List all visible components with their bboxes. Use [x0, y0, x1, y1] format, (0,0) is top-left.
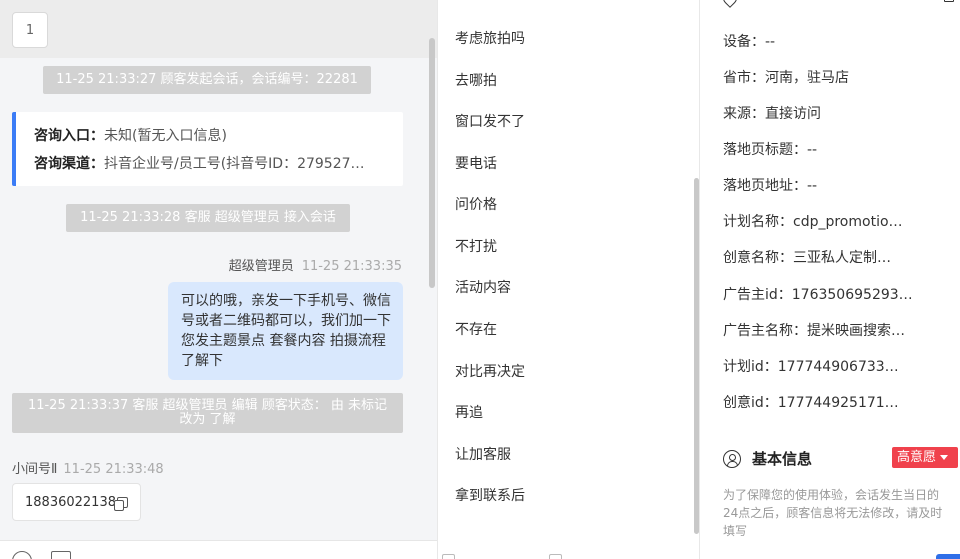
consult-channel-row: 咨询渠道：抖音企业号/员工号(抖音号ID：279527… — [34, 152, 394, 180]
consult-channel-value: 抖音企业号/员工号(抖音号ID：279527… — [104, 156, 365, 172]
quick-reply-item[interactable]: 不存在 — [455, 319, 497, 339]
chat-toolbar — [0, 540, 437, 559]
option-checkbox[interactable] — [549, 554, 562, 559]
customer-message-bubble: 18836022138 — [12, 483, 141, 521]
quick-reply-panel: 考虑旅拍吗 去哪拍 窗口发不了 要电话 问价格 不打扰 活动内容 不存在 对比再… — [437, 0, 700, 559]
consult-channel-label: 咨询渠道： — [34, 156, 104, 172]
consult-entry-value: 未知(暂无入口信息) — [104, 128, 227, 144]
system-message: 11-25 21:33:28 客服 超级管理员 接入会话 — [66, 204, 350, 232]
agent-message-bubble: 可以的哦，亲发一下手机号、微信号或者二维码都可以，我们加一下您发主题景点 套餐内… — [168, 282, 403, 380]
quick-reply-item[interactable]: 对比再决定 — [455, 361, 525, 381]
quick-reply-item[interactable]: 问价格 — [455, 194, 497, 214]
source-info-row: 计划id：177744906733… — [723, 359, 899, 375]
source-info-row: 设备：-- — [723, 34, 776, 50]
agent-meta: 超级管理员 11-25 21:33:35 — [229, 255, 402, 274]
quick-reply-footer — [438, 550, 699, 559]
quick-reply-item[interactable]: 活动内容 — [455, 277, 511, 297]
system-message: 11-25 21:33:37 客服 超级管理员 编辑 顾客状态： 由 未标记 改… — [12, 393, 403, 433]
quick-reply-scrollbar[interactable] — [694, 178, 699, 534]
source-info-row: 省市：河南，驻马店 — [723, 70, 849, 86]
quick-reply-item[interactable]: 要电话 — [455, 153, 497, 173]
intent-label: 高意愿 — [897, 450, 937, 465]
chevron-down-icon — [940, 455, 949, 460]
source-info-row: 广告主名称：提米映画搜索… — [723, 323, 905, 339]
consult-entry-label: 咨询入口： — [34, 128, 104, 144]
location-icon — [720, 0, 740, 8]
quick-reply-item[interactable]: 让加客服 — [455, 444, 511, 464]
copy-icon[interactable] — [113, 496, 128, 511]
quick-reply-item[interactable]: 拿到联系后 — [455, 485, 525, 505]
basic-info-title: 基本信息 — [752, 450, 813, 468]
customer-info-panel: 设备：-- 省市：河南，驻马店 来源：直接访问 落地页标题：-- 落地页地址：-… — [700, 0, 960, 559]
customer-name: 小间号Ⅱ — [12, 462, 58, 477]
message-chip[interactable]: 1 — [12, 12, 48, 48]
chat-scrollbar[interactable] — [429, 38, 435, 288]
edit-icon[interactable] — [944, 0, 954, 2]
source-info-row: 创意名称：三亚私人定制… — [723, 250, 891, 266]
quick-reply-item[interactable]: 窗口发不了 — [455, 111, 525, 131]
source-info-row: 落地页地址：-- — [723, 178, 818, 194]
quick-reply-item[interactable]: 去哪拍 — [455, 70, 497, 90]
quick-reply-item[interactable]: 再追 — [455, 402, 483, 422]
basic-info-heading: 基本信息 — [723, 448, 812, 469]
emoji-icon[interactable] — [12, 551, 32, 559]
option-checkbox[interactable] — [442, 554, 455, 559]
source-info-row: 来源：直接访问 — [723, 106, 821, 122]
basic-info-note: 为了保障您的使用体验，会话发生当日的24点之后，顾客信息将无法修改，请及时填写 — [723, 488, 943, 538]
user-icon — [723, 449, 741, 468]
intent-dropdown[interactable]: 高意愿 — [892, 447, 958, 468]
app-root: 1 11-25 21:33:27 顾客发起会话，会话编号：22281 咨询入口：… — [0, 0, 960, 559]
image-upload-icon[interactable] — [51, 551, 71, 559]
quick-reply-item[interactable]: 不打扰 — [455, 236, 497, 256]
system-message: 11-25 21:33:27 顾客发起会话，会话编号：22281 — [43, 66, 371, 94]
chat-header-strip: 1 — [0, 0, 437, 58]
quick-reply-item[interactable]: 考虑旅拍吗 — [455, 28, 525, 48]
customer-message-text: 18836022138 — [25, 494, 116, 510]
agent-name: 超级管理员 — [228, 259, 294, 274]
source-info-row: 计划名称：cdp_promotio… — [723, 214, 903, 230]
source-info-row: 广告主id：176350695293… — [723, 287, 913, 303]
action-button[interactable] — [936, 554, 960, 559]
customer-time: 11-25 21:33:48 — [63, 462, 164, 477]
customer-meta: 小间号Ⅱ 11-25 21:33:48 — [12, 458, 164, 477]
source-info-row: 落地页标题：-- — [723, 142, 818, 158]
consult-entry-row: 咨询入口：未知(暂无入口信息) — [34, 124, 394, 152]
consult-info-card: 咨询入口：未知(暂无入口信息) 咨询渠道：抖音企业号/员工号(抖音号ID：279… — [12, 112, 403, 186]
chat-panel: 1 11-25 21:33:27 顾客发起会话，会话编号：22281 咨询入口：… — [0, 0, 437, 559]
agent-time: 11-25 21:33:35 — [301, 259, 402, 274]
source-info-row: 创意id：177744925171… — [723, 395, 899, 411]
